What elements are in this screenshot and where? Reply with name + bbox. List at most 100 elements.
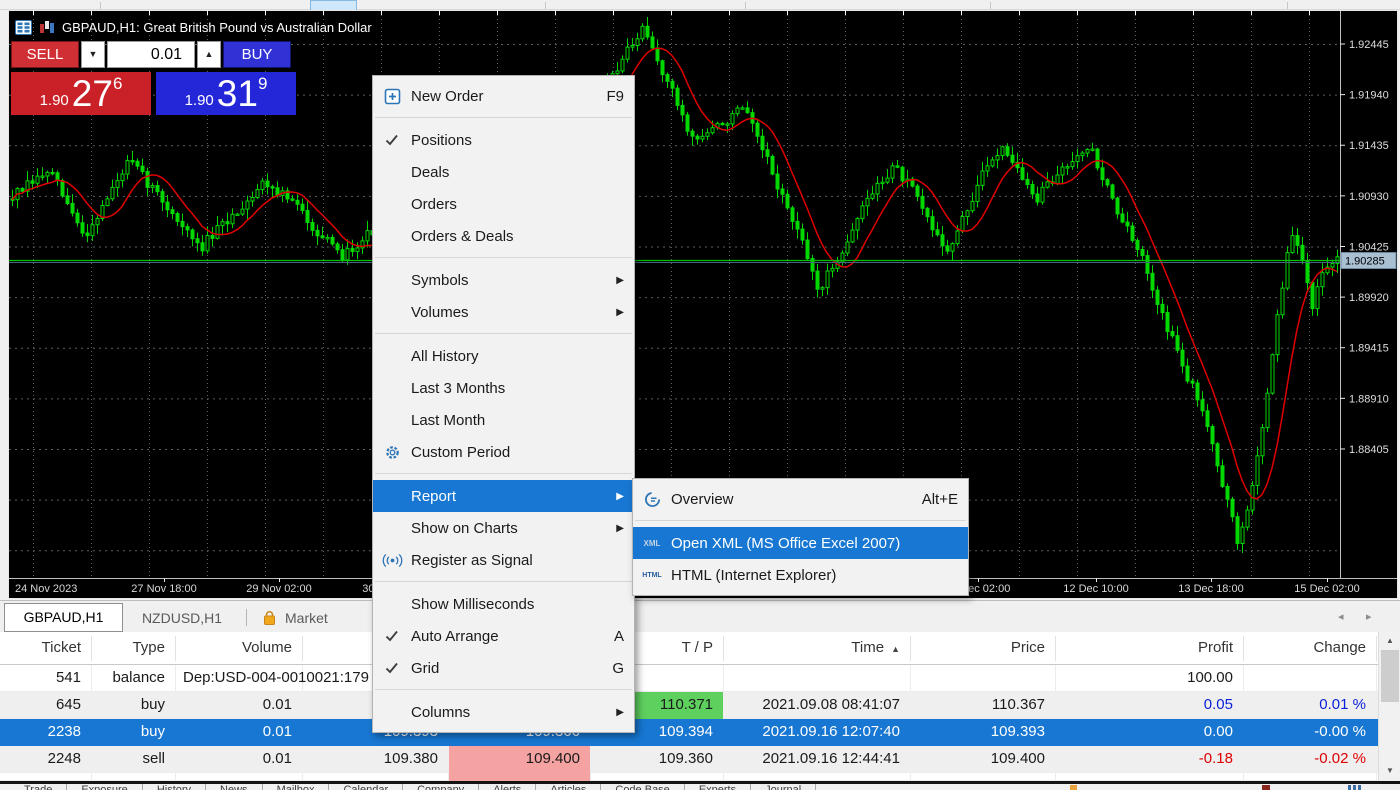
table-row[interactable]: 2238buy0.01109.393109.366109.3942021.09.… [0, 719, 1378, 746]
column-separator[interactable] [910, 636, 911, 661]
menu-item-label: Last Month [411, 412, 485, 429]
status-orange-icon [1070, 785, 1077, 790]
menu-item-report[interactable]: Report▶ [373, 480, 634, 512]
sell-button[interactable]: SELL [11, 41, 79, 68]
tab-market[interactable]: Market [262, 605, 328, 631]
tabs-scroll-left-arrow[interactable]: ◂ [1338, 610, 1344, 623]
bottom-tab-calendar[interactable]: Calendar [329, 784, 403, 790]
menu-item-auto-arrange[interactable]: Auto ArrangeA [373, 620, 634, 652]
buy-button[interactable]: BUY [223, 41, 291, 68]
menu-item-show-milliseconds[interactable]: Show Milliseconds [373, 588, 634, 620]
cell: 2248 [48, 746, 81, 772]
scroll-down-arrow[interactable]: ▼ [1379, 766, 1400, 775]
column-header-change[interactable]: Change [1313, 632, 1366, 664]
volume-increase-button[interactable]: ▲ [197, 41, 221, 68]
menu-item-label: HTML (Internet Explorer) [671, 567, 836, 584]
checkmark-icon [373, 630, 411, 642]
table-row[interactable]: 541balanceDep:USD-004-0010021:179100.00 [0, 665, 1378, 692]
menu-item-all-history[interactable]: All History [373, 340, 634, 372]
column-separator[interactable] [91, 636, 92, 661]
menu-item-open-xml-ms-office-excel-2007[interactable]: XMLOpen XML (MS Office Excel 2007) [633, 527, 968, 559]
table-row[interactable] [0, 773, 1378, 781]
menu-item-orders-deals[interactable]: Orders & Deals [373, 220, 634, 252]
menu-item-html-internet-explorer[interactable]: HTMLHTML (Internet Explorer) [633, 559, 968, 591]
menu-item-register-as-signal[interactable]: Register as Signal [373, 544, 634, 576]
column-separator[interactable] [1055, 636, 1056, 661]
table-rows: 541balanceDep:USD-004-0010021:179100.006… [0, 665, 1378, 781]
menu-item-last-month[interactable]: Last Month [373, 404, 634, 436]
bottom-tab-trade[interactable]: Trade [10, 784, 67, 790]
volume-decrease-button[interactable]: ▼ [81, 41, 105, 68]
cell: -0.02 % [1314, 746, 1366, 772]
cell: 0.05 [1204, 692, 1233, 718]
menu-item-positions[interactable]: Positions [373, 124, 634, 156]
menu-item-show-on-charts[interactable]: Show on Charts▶ [373, 512, 634, 544]
bottom-tab-articles[interactable]: Articles [536, 784, 601, 790]
menu-item-overview[interactable]: OverviewAlt+E [633, 483, 968, 515]
table-row[interactable]: 2248sell0.01109.380109.400109.3602021.09… [0, 746, 1378, 773]
menu-item-label: Symbols [411, 272, 469, 289]
column-separator[interactable] [1243, 636, 1244, 661]
sort-ascending-icon: ▲ [891, 644, 900, 654]
column-header-volume[interactable]: Volume [242, 632, 292, 664]
table-scrollbar[interactable]: ▲ ▼ [1378, 632, 1400, 781]
bottom-tab-alerts[interactable]: Alerts [479, 784, 536, 790]
html-icon: HTML [633, 572, 671, 579]
column-header-ticket[interactable]: Ticket [42, 632, 81, 664]
bottom-tab-news[interactable]: News [206, 784, 263, 790]
menu-item-columns[interactable]: Columns▶ [373, 696, 634, 728]
table-row[interactable]: 645buy0.01110.3712021.09.08 08:41:07110.… [0, 692, 1378, 719]
column-separator[interactable] [175, 636, 176, 661]
cell: -0.00 % [1314, 719, 1366, 745]
volume-input[interactable]: 0.01 [107, 41, 195, 68]
bottom-tab-code-base[interactable]: Code Base [601, 784, 684, 790]
bottom-tab-history[interactable]: History [143, 784, 206, 790]
menu-item-volumes[interactable]: Volumes▶ [373, 296, 634, 328]
top-toolbar-remnant [0, 0, 1400, 10]
column-separator[interactable] [1376, 636, 1377, 661]
pink-highlight-cell [449, 773, 590, 781]
menu-item-label: Show on Charts [411, 520, 518, 537]
one-click-trading-panel: SELL ▼ 0.01 ▲ BUY 1.90 27 6 1.90 31 9 [11, 41, 296, 115]
column-header-price[interactable]: Price [1011, 632, 1045, 664]
toolbar-active-button-remnant[interactable] [310, 0, 357, 10]
tabs-scroll-right-arrow[interactable]: ▸ [1366, 610, 1372, 623]
cell: 2021.09.16 12:44:41 [762, 746, 900, 772]
cell: Dep:USD-004-0010021:179 [183, 665, 369, 691]
bottom-tab-exposure[interactable]: Exposure [67, 784, 142, 790]
column-separator[interactable] [302, 636, 303, 661]
menu-item-new-order[interactable]: New OrderF9 [373, 80, 634, 112]
history-table: TicketTypeVolumePriceS/LT / PTime▲PriceP… [0, 632, 1400, 781]
bottom-tab-company[interactable]: Company [403, 784, 479, 790]
sell-price-button[interactable]: 1.90 27 6 [11, 72, 151, 115]
time-axis-label: 24 Nov 2023 [15, 583, 77, 595]
tab-gbpaud-h1[interactable]: GBPAUD,H1 [4, 603, 123, 632]
scroll-up-arrow[interactable]: ▲ [1379, 636, 1400, 645]
menu-item-last-3-months[interactable]: Last 3 Months [373, 372, 634, 404]
depth-of-market-icon[interactable] [15, 20, 32, 35]
bottom-tab-mailbox[interactable]: Mailbox [263, 784, 330, 790]
scrollbar-thumb[interactable] [1381, 650, 1399, 702]
menu-item-custom-period[interactable]: Custom Period [373, 436, 634, 468]
chart-type-icon[interactable] [39, 20, 55, 34]
column-separator[interactable] [723, 636, 724, 661]
cell: sell [142, 746, 165, 772]
menu-item-symbols[interactable]: Symbols▶ [373, 264, 634, 296]
tab-nzdusd-h1[interactable]: NZDUSD,H1 [128, 605, 236, 631]
menu-item-deals[interactable]: Deals [373, 156, 634, 188]
column-header-time[interactable]: Time▲ [851, 632, 900, 665]
chart-context-menu: New OrderF9 Positions Deals OrdersOrders & … [372, 75, 635, 733]
buy-price-button[interactable]: 1.90 31 9 [156, 72, 296, 115]
buy-price-pips: 31 [217, 75, 258, 112]
bottom-tab-journal[interactable]: Journal [751, 784, 816, 790]
checkmark-icon [373, 662, 411, 674]
column-header-t-p[interactable]: T / P [682, 632, 713, 664]
sell-price-point: 6 [113, 74, 122, 94]
menu-item-orders[interactable]: Orders [373, 188, 634, 220]
cell: 2021.09.16 12:07:40 [762, 719, 900, 745]
bottom-tab-experts[interactable]: Experts [685, 784, 751, 790]
column-header-type[interactable]: Type [132, 632, 165, 664]
menu-item-grid[interactable]: GridG [373, 652, 634, 684]
column-header-profit[interactable]: Profit [1198, 632, 1233, 664]
menu-item-label: Deals [411, 164, 449, 181]
